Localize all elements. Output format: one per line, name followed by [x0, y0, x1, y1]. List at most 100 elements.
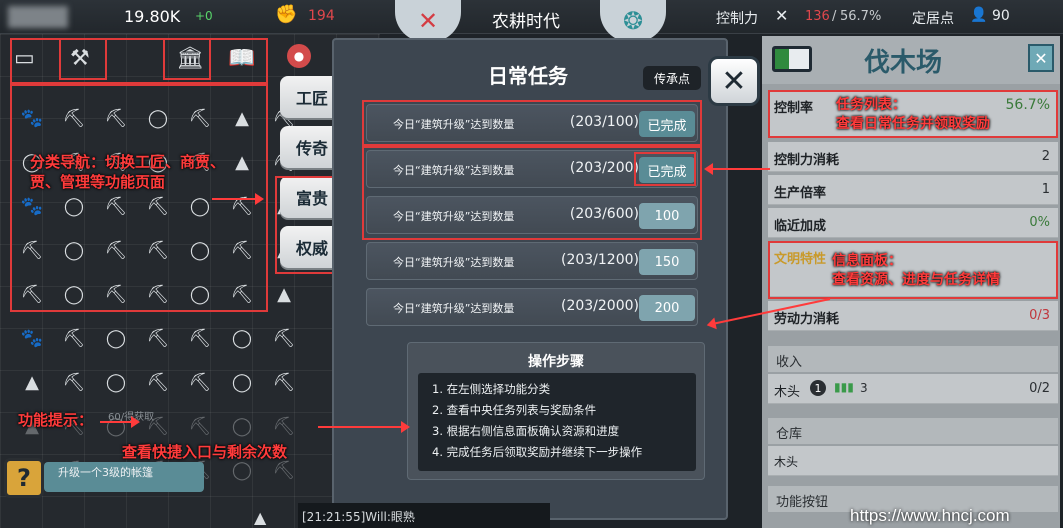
globe-icon: ❂: [622, 7, 644, 35]
category-icon-box-4: [163, 38, 211, 80]
expand-up-icon[interactable]: ▲: [254, 508, 266, 527]
grid-tile-icon[interactable]: ◯: [56, 188, 92, 224]
control-label: 控制力: [716, 11, 758, 27]
tasks-arrow: [704, 163, 770, 175]
grid-tile-icon[interactable]: ◯: [224, 320, 260, 356]
grid-tile-icon[interactable]: ⛏: [98, 188, 134, 224]
task-reward-button[interactable]: 200: [639, 295, 695, 321]
task-label: 今日“建筑升级”达到数量: [393, 302, 515, 315]
grid-tile-icon[interactable]: ⛏: [140, 232, 176, 268]
grid-tile-icon[interactable]: ⛏: [56, 320, 92, 356]
grid-tile-icon[interactable]: ⛏: [98, 276, 134, 312]
grid-tile-icon[interactable]: ◯: [98, 320, 134, 356]
hint-annotation-desc: 查看快捷入口与剩余次数: [122, 443, 288, 461]
task-label: 今日“建筑升级”达到数量: [393, 256, 515, 269]
grid-tile-icon[interactable]: ⛏: [56, 100, 92, 136]
grid-tile-icon[interactable]: ⛏: [266, 320, 302, 356]
era-title: 农耕时代: [492, 12, 560, 32]
settle-value: 90: [992, 8, 1010, 24]
tasks-annotation: 任务列表： 查看日常任务并领取奖励: [836, 97, 990, 132]
grid-tile-icon[interactable]: ◯: [140, 100, 176, 136]
grid-tile-icon[interactable]: ⛏: [14, 276, 50, 312]
row-value: 0/3: [1029, 308, 1050, 323]
task-progress: (203/2000): [561, 298, 639, 314]
nav-annotation: 分类导航：切换工匠、商贾、 贾、管理等功能页面: [30, 153, 226, 192]
grid-tile-icon[interactable]: ⛏: [224, 232, 260, 268]
grid-tile-icon[interactable]: ⛏: [182, 408, 218, 444]
grid-tile-icon[interactable]: ◯: [56, 232, 92, 268]
grid-tile-icon[interactable]: ⛏: [266, 364, 302, 400]
battery-icon: [772, 46, 812, 72]
grid-tile-icon[interactable]: 🐾: [14, 100, 50, 136]
income-header: 收入: [768, 346, 1058, 372]
control-value: 136: [805, 9, 830, 24]
task-reward-button[interactable]: 150: [639, 249, 695, 275]
grid-tile-icon[interactable]: ▲: [14, 364, 50, 400]
nav-arrow: [212, 193, 264, 205]
settle-label: 定居点: [912, 11, 954, 27]
row-key: 临近加成: [774, 219, 827, 234]
grid-tile-icon[interactable]: ◯: [56, 276, 92, 312]
grid-tile-icon[interactable]: ▲: [266, 276, 302, 312]
inherit-button[interactable]: 传承点: [643, 66, 701, 90]
grid-tile-icon[interactable]: ⛏: [182, 364, 218, 400]
step-item: 3. 根据右侧信息面板确认资源和进度: [432, 424, 620, 438]
help-button[interactable]: ?: [4, 458, 44, 498]
steps-panel: 操作步骤 1. 在左侧选择功能分类 2. 查看中央任务列表与奖励条件 3. 根据…: [407, 342, 705, 480]
row-value: 0%: [1029, 215, 1050, 230]
step-item: 1. 在左侧选择功能分类: [432, 382, 551, 396]
hint-arrow-1: [100, 416, 140, 428]
info-annotation: 信息面板： 查看资源、进度与任务详情: [832, 253, 1000, 288]
era-left-emblem[interactable]: ✕: [395, 0, 461, 42]
grid-tile-icon[interactable]: ⛏: [14, 232, 50, 268]
grid-tile-icon[interactable]: ◯: [182, 188, 218, 224]
x-icon: ✕: [417, 7, 439, 35]
chat-line[interactable]: [21:21:55]Will:眼熟: [298, 503, 550, 528]
grid-tile-icon[interactable]: ⛏: [182, 320, 218, 356]
upgrade-quest-text: 升级一个3级的帐篷: [58, 466, 153, 479]
cross-icon: ✕: [775, 6, 789, 25]
grid-tile-icon[interactable]: ⛏: [140, 364, 176, 400]
alert-dot-icon[interactable]: ●: [287, 44, 311, 68]
grid-tile-icon[interactable]: ◯: [224, 364, 260, 400]
income-row: 木头 1 ▮▮▮ 3 0/2: [768, 374, 1058, 404]
grid-tile-icon[interactable]: ⛏: [98, 232, 134, 268]
grid-tile-icon[interactable]: 🐾: [14, 188, 50, 224]
hint-annotation-title: 功能提示：: [18, 411, 94, 429]
close-button[interactable]: ✕: [708, 56, 760, 106]
warehouse-header: 仓库: [768, 418, 1058, 444]
upgrade-quest-banner[interactable]: 升级一个3级的帐篷: [44, 462, 204, 492]
grid-tile-icon[interactable]: ⛏: [266, 408, 302, 444]
grid-tile-icon[interactable]: ⛏: [98, 100, 134, 136]
grid-tile-icon[interactable]: ⛏: [140, 188, 176, 224]
grid-tile-icon[interactable]: 🐾: [14, 320, 50, 356]
close-icon: ✕: [1034, 48, 1048, 68]
grid-tile-icon[interactable]: ⛏: [140, 276, 176, 312]
help-label: ?: [17, 464, 31, 492]
grid-tile-icon[interactable]: ⛏: [224, 276, 260, 312]
resource2-value: 194: [308, 8, 335, 24]
step-item: 2. 查看中央任务列表与奖励条件: [432, 403, 597, 417]
grid-tile-icon[interactable]: ◯: [98, 364, 134, 400]
chat-text: [21:21:55]Will:眼熟: [302, 510, 415, 524]
row-value: 1: [1041, 182, 1050, 197]
task-row: 今日“建筑升级”达到数量 (203/1200) 150: [366, 242, 698, 280]
era-right-emblem[interactable]: ❂: [600, 0, 666, 42]
grid-tile-icon[interactable]: ◯: [224, 408, 260, 444]
income-label: 收入: [776, 355, 803, 370]
row-key: 生产倍率: [774, 186, 827, 201]
hint-arrow-2: [318, 421, 410, 433]
row-key: 劳动力消耗: [774, 312, 840, 327]
grid-tile-icon[interactable]: ◯: [182, 232, 218, 268]
info-circle-icon[interactable]: 1: [810, 380, 826, 396]
panel-header: 伐木场 ✕: [762, 36, 1060, 84]
panel-close-button[interactable]: ✕: [1028, 44, 1054, 72]
info-row: 临近加成 0%: [768, 208, 1058, 238]
grid-tile-icon[interactable]: ⛏: [140, 320, 176, 356]
grid-tile-icon[interactable]: ▲: [224, 100, 260, 136]
info-row: 劳动力消耗 0/3: [768, 301, 1058, 331]
grid-tile-icon[interactable]: ⛏: [56, 364, 92, 400]
grid-tile-icon[interactable]: ◯: [182, 276, 218, 312]
steps-title: 操作步骤: [528, 354, 584, 370]
grid-tile-icon[interactable]: ⛏: [182, 100, 218, 136]
